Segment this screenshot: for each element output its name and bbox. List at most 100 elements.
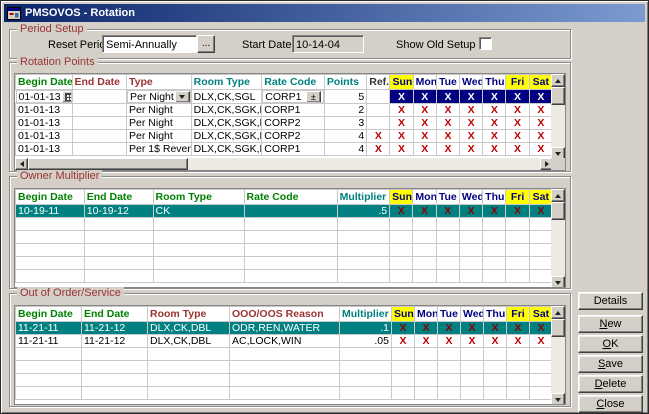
ooo-cell-2-multiplier[interactable]	[340, 348, 392, 361]
owner-cell-5-sun[interactable]	[390, 270, 413, 283]
owner-cell-2-room-type[interactable]	[153, 231, 244, 244]
ooo-cell-2-mon[interactable]	[415, 348, 438, 361]
ooo-cell-5-room-type[interactable]	[148, 387, 230, 400]
ooo-cell-1-sat[interactable]: X	[530, 335, 553, 348]
ooo-cell-4-thu[interactable]	[484, 374, 507, 387]
ooo-cell-1-begin-date[interactable]: 11-21-11	[16, 335, 82, 348]
ooo-cell-4-fri[interactable]	[507, 374, 530, 387]
owner-cell-1-mon[interactable]	[413, 218, 436, 231]
rotation-cell-4-type[interactable]: Per 1$ Revenu	[127, 143, 192, 156]
rotation-cell-0-tue[interactable]: X	[436, 90, 459, 104]
titlebar[interactable]: PMSOVOS - Rotation	[4, 4, 645, 22]
owner-cell-1-sat[interactable]	[529, 218, 552, 231]
rotation-cell-4-room-type[interactable]: DLX,CK,SGK,K	[191, 143, 262, 156]
rotation-cell-1-rate-code[interactable]: CORP1	[262, 104, 325, 117]
owner-cell-3-thu[interactable]	[483, 244, 506, 257]
owner-cell-4-sat[interactable]	[529, 257, 552, 270]
owner-cell-3-sat[interactable]	[529, 244, 552, 257]
rotation-vertical-scrollbar[interactable]	[551, 74, 565, 160]
owner-cell-2-tue[interactable]	[436, 231, 459, 244]
ooo-cell-3-begin-date[interactable]	[16, 361, 82, 374]
scrollbar-track[interactable]	[551, 202, 565, 276]
rotation-cell-3-points[interactable]: 4	[324, 130, 366, 143]
ooo-cell-1-fri[interactable]: X	[507, 335, 530, 348]
ooo-cell-0-thu[interactable]: X	[484, 322, 507, 335]
ooo-cell-5-multiplier[interactable]	[340, 387, 392, 400]
ooo-cell-3-mon[interactable]	[415, 361, 438, 374]
ooo-cell-5-fri[interactable]	[507, 387, 530, 400]
rotation-cell-3-fri[interactable]: X	[506, 130, 529, 143]
scrollbar-thumb[interactable]	[551, 319, 565, 337]
owner-cell-1-begin-date[interactable]	[16, 218, 85, 231]
ooo-cell-1-reason[interactable]: AC,LOCK,WIN	[230, 335, 340, 348]
owner-cell-0-wed[interactable]: X	[459, 205, 482, 218]
owner-cell-4-sun[interactable]	[390, 257, 413, 270]
owner-cell-5-begin-date[interactable]	[16, 270, 85, 283]
owner-cell-2-sun[interactable]	[390, 231, 413, 244]
rotation-cell-2-wed[interactable]: X	[460, 117, 483, 130]
owner-cell-5-end-date[interactable]	[84, 270, 153, 283]
ok-button[interactable]: OK	[578, 335, 643, 353]
owner-cell-3-tue[interactable]	[436, 244, 459, 257]
ooo-cell-1-end-date[interactable]: 11-21-12	[82, 335, 148, 348]
ooo-cell-2-room-type[interactable]	[148, 348, 230, 361]
ooo-cell-1-sun[interactable]: X	[392, 335, 415, 348]
owner-cell-2-thu[interactable]	[483, 231, 506, 244]
scroll-up-button[interactable]	[551, 189, 565, 202]
rotation-cell-3-mon[interactable]: X	[413, 130, 436, 143]
close-button[interactable]: Close	[578, 395, 643, 413]
owner-cell-4-room-type[interactable]	[153, 257, 244, 270]
rotation-cell-3-ref[interactable]: X	[367, 130, 390, 143]
owner-cell-0-thu[interactable]: X	[483, 205, 506, 218]
rotation-cell-4-sun[interactable]: X	[390, 143, 413, 156]
owner-cell-0-end-date[interactable]: 10-19-12	[84, 205, 153, 218]
owner-cell-4-rate-code[interactable]	[244, 257, 337, 270]
rotation-cell-0-ref[interactable]	[367, 90, 390, 104]
ooo-cell-4-begin-date[interactable]	[16, 374, 82, 387]
owner-cell-4-wed[interactable]	[459, 257, 482, 270]
ooo-vertical-scrollbar[interactable]	[551, 306, 565, 405]
scrollbar-track[interactable]	[551, 319, 565, 393]
rotation-cell-1-mon[interactable]: X	[413, 104, 436, 117]
ooo-cell-1-tue[interactable]: X	[438, 335, 461, 348]
rotation-cell-2-tue[interactable]: X	[436, 117, 459, 130]
rotation-cell-1-end-date[interactable]	[72, 104, 127, 117]
ooo-cell-3-end-date[interactable]	[82, 361, 148, 374]
rotation-cell-1-points[interactable]: 2	[324, 104, 366, 117]
scrollbar-thumb[interactable]	[551, 202, 565, 220]
owner-cell-5-room-type[interactable]	[153, 270, 244, 283]
rotation-cell-3-begin-date[interactable]: 01-01-13	[16, 130, 73, 143]
rotation-cell-1-room-type[interactable]: DLX,CK,SGK,K	[191, 104, 262, 117]
scroll-down-button[interactable]	[551, 393, 565, 405]
new-button[interactable]: New	[578, 315, 643, 333]
owner-cell-2-begin-date[interactable]	[16, 231, 85, 244]
rotation-cell-4-begin-date[interactable]: 01-01-13	[16, 143, 73, 156]
owner-cell-5-tue[interactable]	[436, 270, 459, 283]
rotation-cell-0-type[interactable]: Per Night	[127, 90, 191, 103]
rotation-cell-3-sun[interactable]: X	[390, 130, 413, 143]
scroll-up-button[interactable]	[551, 74, 565, 87]
ooo-cell-0-multiplier[interactable]: .1	[340, 322, 392, 335]
scrollbar-track[interactable]	[551, 87, 565, 147]
ooo-cell-3-room-type[interactable]	[148, 361, 230, 374]
rotation-cell-3-sat[interactable]: X	[529, 130, 552, 143]
rotation-cell-3-thu[interactable]: X	[483, 130, 506, 143]
ooo-cell-0-tue[interactable]: X	[438, 322, 461, 335]
ooo-cell-4-reason[interactable]	[230, 374, 340, 387]
owner-cell-4-mon[interactable]	[413, 257, 436, 270]
rotation-cell-1-begin-date[interactable]: 01-01-13	[16, 104, 73, 117]
ooo-cell-2-begin-date[interactable]	[16, 348, 82, 361]
rotation-cell-1-type[interactable]: Per Night	[127, 104, 192, 117]
ooo-cell-1-mon[interactable]: X	[415, 335, 438, 348]
owner-cell-1-room-type[interactable]	[153, 218, 244, 231]
reset-period-field[interactable]: Semi-Annually	[102, 35, 197, 53]
ooo-cell-1-room-type[interactable]: DLX,CK,DBL	[148, 335, 230, 348]
owner-cell-3-end-date[interactable]	[84, 244, 153, 257]
rotation-cell-0-sun[interactable]: X	[390, 90, 413, 104]
owner-cell-5-rate-code[interactable]	[244, 270, 337, 283]
begin-date-picker-button[interactable]	[62, 91, 72, 103]
ooo-cell-3-reason[interactable]	[230, 361, 340, 374]
rotation-row-0[interactable]: 01-01-13Per NightDLX,CK,SGLCORP1±5XXXXXX…	[16, 90, 553, 104]
start-date-field[interactable]: 10-14-04	[292, 35, 364, 53]
owner-cell-1-wed[interactable]	[459, 218, 482, 231]
